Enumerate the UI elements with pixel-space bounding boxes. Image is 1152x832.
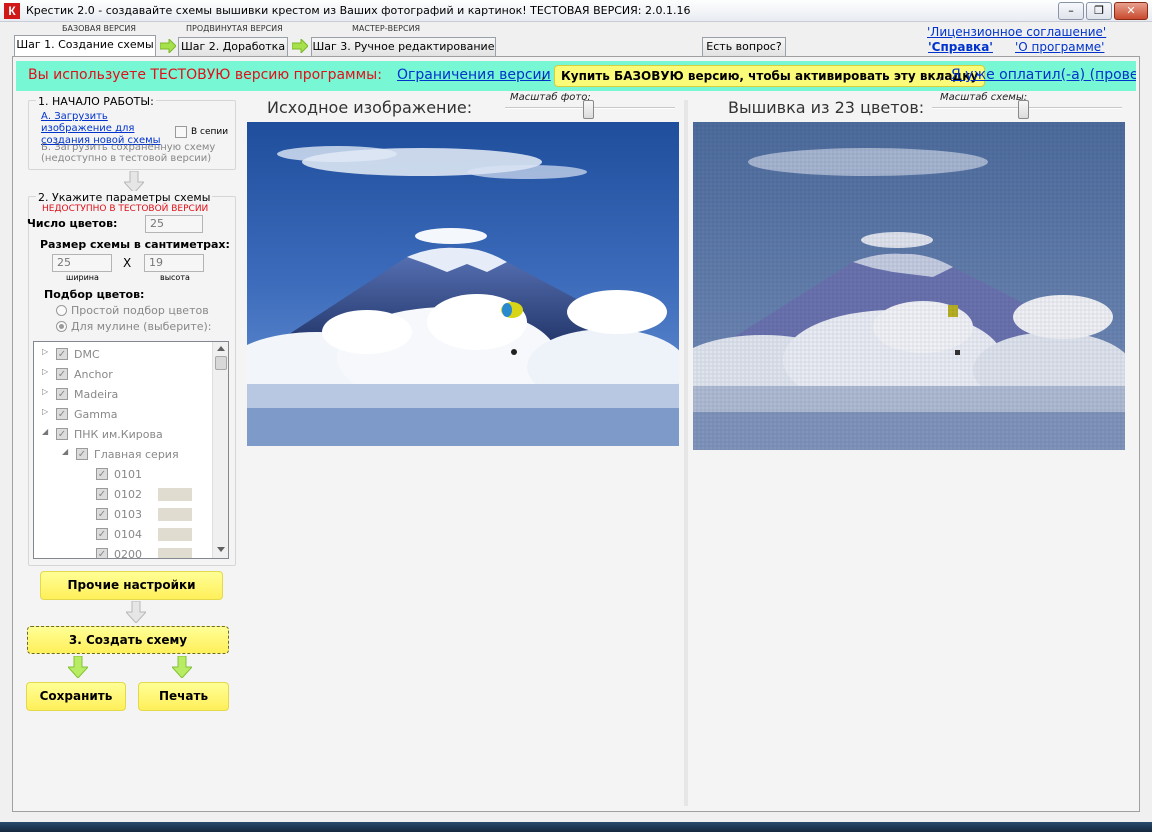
- tree-checkbox[interactable]: [56, 428, 68, 440]
- simple-palette-radio[interactable]: [56, 305, 67, 316]
- sepia-label: В сепии: [191, 127, 229, 137]
- tab-step3[interactable]: Шаг 3. Ручное редактирование: [311, 37, 496, 57]
- expand-icon[interactable]: ▷: [42, 387, 52, 396]
- tree-checkbox[interactable]: [56, 388, 68, 400]
- expand-icon[interactable]: ▷: [42, 347, 52, 356]
- tree-item-label: Главная серия: [94, 448, 179, 461]
- minimize-button[interactable]: –: [1058, 2, 1084, 20]
- tree-item-label: 0103: [114, 508, 142, 521]
- arrow-down-icon: [126, 601, 146, 623]
- stitch-preview: [693, 122, 1125, 450]
- result-title: Вышивка из 23 цветов:: [728, 98, 925, 117]
- scroll-up-icon[interactable]: [217, 346, 225, 351]
- unavailable-notice: НЕДОСТУПНО В ТЕСТОВОЙ ВЕРСИИ: [42, 204, 209, 214]
- tree-item-label: ПНК им.Кирова: [74, 428, 163, 441]
- buy-basic-button[interactable]: Купить БАЗОВУЮ версию, чтобы активироват…: [554, 65, 986, 87]
- splitter-handle[interactable]: [684, 100, 688, 806]
- create-scheme-button[interactable]: 3. Создать схему: [27, 626, 229, 654]
- scheme-scale-label: Масштаб схемы:: [940, 92, 1028, 103]
- trial-warning-text: Вы используете ТЕСТОВУЮ версию программы…: [28, 67, 382, 83]
- tree-item-label: Gamma: [74, 408, 118, 421]
- tree-item-label: 0200: [114, 548, 142, 559]
- print-button[interactable]: Печать: [138, 682, 229, 711]
- thread-tree[interactable]: ▷ DMC ▷ Anchor ▷ Madeira ▷ Gamma ◢ ПНК и…: [33, 341, 229, 559]
- load-scheme-text: Б. Загрузить сохранённую схему (недоступ…: [41, 142, 216, 164]
- about-link[interactable]: 'О программе': [1015, 40, 1104, 54]
- close-button[interactable]: ✕: [1114, 2, 1148, 20]
- width-caption: ширина: [66, 273, 99, 282]
- simple-palette-label: Простой подбор цветов: [71, 304, 209, 317]
- separator: ,: [541, 67, 546, 83]
- photo-scale-label: Масштаб фото:: [510, 92, 591, 103]
- height-input[interactable]: 19: [144, 254, 204, 272]
- palette-label: Подбор цветов:: [44, 288, 145, 301]
- tree-checkbox[interactable]: [96, 548, 108, 558]
- taskbar: [0, 822, 1152, 832]
- license-link[interactable]: 'Лицензионное соглашение': [927, 25, 1106, 39]
- colors-count-label: Число цветов:: [27, 217, 118, 230]
- color-swatch: [158, 548, 192, 558]
- start-title: 1. НАЧАЛО РАБОТЫ:: [36, 95, 156, 108]
- already-paid-link[interactable]: Я уже оплатил(-а) (проверка: [951, 67, 1136, 83]
- separator: ,: [939, 67, 944, 83]
- tree-checkbox[interactable]: [96, 508, 108, 520]
- collapse-icon[interactable]: ◢: [62, 447, 72, 456]
- tree-checkbox[interactable]: [56, 408, 68, 420]
- height-caption: высота: [160, 273, 190, 282]
- colors-count-input[interactable]: 25: [145, 215, 203, 233]
- width-input[interactable]: 25: [52, 254, 112, 272]
- window-title: Крестик 2.0 - создавайте схемы вышивки к…: [26, 4, 691, 17]
- arrow-down-icon: [172, 656, 192, 678]
- tree-item-label: Anchor: [74, 368, 113, 381]
- save-button[interactable]: Сохранить: [26, 682, 126, 711]
- tree-item-label: Madeira: [74, 388, 119, 401]
- tree-checkbox[interactable]: [56, 348, 68, 360]
- mouline-palette-label: Для мулине (выберите):: [71, 320, 212, 333]
- mouline-palette-radio[interactable]: [56, 321, 67, 332]
- trial-info-bar: Вы используете ТЕСТОВУЮ версию программы…: [16, 61, 1136, 91]
- color-swatch: [158, 528, 192, 541]
- tab-step2[interactable]: Шаг 2. Доработка: [178, 37, 288, 57]
- tree-item-label: 0104: [114, 528, 142, 541]
- source-title: Исходное изображение:: [267, 98, 473, 117]
- tree-checkbox[interactable]: [96, 468, 108, 480]
- scroll-down-icon[interactable]: [217, 547, 225, 552]
- limits-link[interactable]: Ограничения версии: [397, 67, 551, 83]
- expand-icon[interactable]: ▷: [42, 367, 52, 376]
- arrow-right-icon: [292, 39, 308, 53]
- expand-icon[interactable]: ▷: [42, 407, 52, 416]
- app-logo-icon: К: [4, 3, 20, 19]
- tree-item-label: DMC: [74, 348, 100, 361]
- tree-item-label: 0101: [114, 468, 142, 481]
- arrow-down-icon: [68, 656, 88, 678]
- color-swatch: [158, 488, 192, 501]
- maximize-button[interactable]: ❐: [1086, 2, 1112, 20]
- tab-caption-basic: БАЗОВАЯ ВЕРСИЯ: [62, 24, 136, 33]
- tree-item-label: 0102: [114, 488, 142, 501]
- tree-checkbox[interactable]: [76, 448, 88, 460]
- tab-caption-advanced: ПРОДВИНУТАЯ ВЕРСИЯ: [186, 24, 283, 33]
- arrow-right-icon: [160, 39, 176, 53]
- tab-caption-master: МАСТЕР-ВЕРСИЯ: [352, 24, 421, 33]
- photo-scale-thumb[interactable]: [583, 100, 594, 119]
- tree-checkbox[interactable]: [96, 528, 108, 540]
- collapse-icon[interactable]: ◢: [42, 427, 52, 436]
- tab-step1[interactable]: Шаг 1. Создание схемы: [14, 35, 156, 57]
- times-sign: X: [123, 256, 132, 270]
- title-bar: К Крестик 2.0 - создавайте схемы вышивки…: [0, 0, 1152, 22]
- question-button[interactable]: Есть вопрос?: [702, 37, 786, 57]
- arrow-down-icon: [124, 171, 144, 193]
- sepia-checkbox[interactable]: [175, 126, 187, 138]
- source-photo: [247, 122, 679, 446]
- params-title: 2. Укажите параметры схемы: [36, 191, 213, 204]
- tree-checkbox[interactable]: [56, 368, 68, 380]
- color-swatch: [158, 508, 192, 521]
- help-link[interactable]: 'Справка': [928, 40, 993, 54]
- other-settings-button[interactable]: Прочие настройки: [40, 571, 223, 600]
- scheme-scale-thumb[interactable]: [1018, 100, 1029, 119]
- tree-checkbox[interactable]: [96, 488, 108, 500]
- tree-scrollbar[interactable]: [212, 342, 228, 558]
- size-label: Размер схемы в сантиметрах:: [40, 238, 230, 251]
- scroll-thumb[interactable]: [215, 356, 227, 370]
